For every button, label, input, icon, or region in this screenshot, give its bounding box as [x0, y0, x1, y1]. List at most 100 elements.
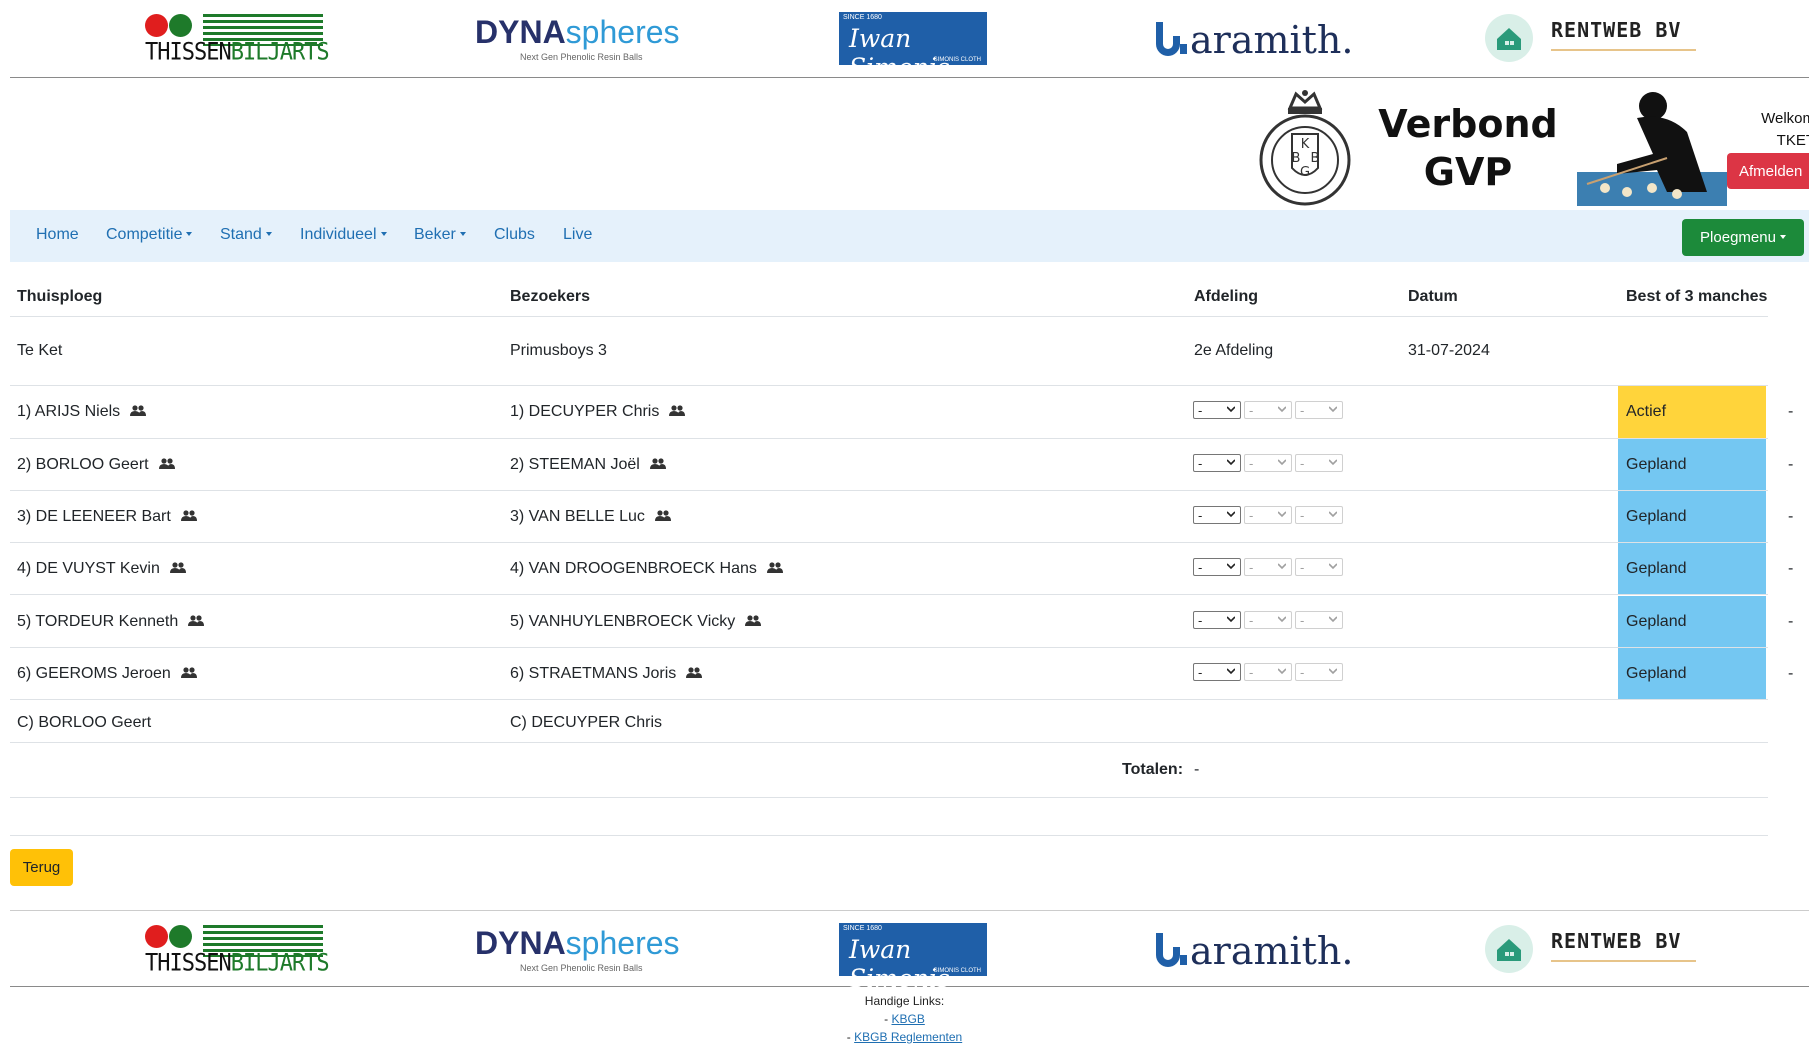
chevron-down-icon — [1329, 459, 1337, 466]
game-status: Gepland — [1618, 648, 1766, 699]
set-1-select[interactable]: - — [1193, 401, 1241, 419]
logo-text: Iwan Simonis — [849, 24, 950, 82]
set-1-select[interactable]: - — [1193, 663, 1241, 681]
set-3-select: - — [1295, 506, 1343, 524]
logo-text: SIMONIS CLOTH — [933, 968, 981, 974]
dynaspheres-logo[interactable]: DYNAspheres Next Gen Phenolic Resin Ball… — [475, 921, 680, 977]
game-result: - — [1788, 613, 1794, 630]
rentweb-logo[interactable]: RENTWEB BV — [1485, 10, 1715, 66]
select-value: - — [1300, 560, 1305, 575]
set-1-select[interactable]: - — [1193, 454, 1241, 472]
team-members-icon[interactable] — [686, 667, 703, 679]
set-2-select: - — [1244, 454, 1292, 472]
simonis-logo[interactable]: SINCE 1680 Iwan Simonis SIMONIS CLOTH — [839, 10, 989, 82]
footer-link-kbgb-regulations[interactable]: KBGB Reglementen — [854, 1030, 962, 1044]
set-1-select[interactable]: - — [1193, 558, 1241, 576]
team-members-icon[interactable] — [669, 405, 686, 417]
simonis-logo[interactable]: SINCE 1680 Iwan Simonis SIMONIS CLOTH — [839, 921, 989, 993]
team-members-icon[interactable] — [158, 458, 175, 470]
team-members-icon[interactable] — [180, 510, 197, 522]
team-members-icon[interactable] — [130, 405, 147, 417]
select-value: - — [1198, 403, 1203, 418]
nav-beker-dropdown[interactable]: Beker — [414, 226, 466, 244]
match-info-row: Te Ket Primusboys 3 2e Afdeling 31-07-20… — [10, 317, 1768, 386]
back-button[interactable]: Terug — [10, 849, 73, 886]
team-menu-button[interactable]: Ploegmenu — [1682, 219, 1804, 256]
away-player: 2) STEEMAN Joël — [510, 456, 666, 474]
game-result: - — [1788, 560, 1794, 577]
team-members-icon[interactable] — [180, 667, 197, 679]
caret-down-icon — [459, 232, 466, 236]
table-row: 5) TORDEUR Kenneth 5) VANHUYLENBROECK Vic… — [10, 596, 1793, 648]
team-members-icon[interactable] — [745, 615, 762, 627]
sponsor-bar-top: THISSENBILJARTS DYNAspheres Next Gen Phe… — [10, 0, 1809, 82]
nav-label: Beker — [414, 226, 456, 243]
set-score-selects: --- — [1193, 454, 1346, 472]
nav-competitie-dropdown[interactable]: Competitie — [106, 226, 193, 244]
logo-text: BILJARTS — [230, 949, 330, 978]
game-status-label: Gepland — [1626, 665, 1687, 682]
thissen-biljarts-logo[interactable]: THISSENBILJARTS — [145, 921, 330, 977]
caret-down-icon — [1779, 235, 1786, 239]
nav-label: Stand — [220, 226, 262, 243]
nav-live[interactable]: Live — [563, 226, 592, 244]
team-members-icon[interactable] — [654, 510, 671, 522]
set-1-select[interactable]: - — [1193, 611, 1241, 629]
logo-text: spheres — [565, 925, 680, 961]
aramith-logo[interactable]: aramith. — [1150, 10, 1365, 66]
team-members-icon[interactable] — [649, 458, 666, 470]
nav-clubs[interactable]: Clubs — [494, 226, 535, 244]
select-value: - — [1198, 508, 1203, 523]
nav-home[interactable]: Home — [36, 226, 79, 244]
totals-row: Totalen: - — [10, 743, 1768, 798]
rentweb-logo[interactable]: RENTWEB BV — [1485, 921, 1715, 977]
select-value: - — [1300, 508, 1305, 523]
set-score-selects: --- — [1193, 663, 1346, 681]
away-player-name: 6) STRAETMANS Joris — [510, 665, 677, 682]
col-header-visitors: Bezoekers — [510, 288, 591, 305]
team-members-icon[interactable] — [188, 615, 205, 627]
set-2-select: - — [1244, 611, 1292, 629]
nav-stand-dropdown[interactable]: Stand — [220, 226, 272, 244]
main-navbar: Home Competitie Stand Individueel Beker … — [10, 210, 1809, 262]
nav-label: Live — [563, 226, 593, 243]
logo-text: DYNA — [475, 14, 566, 50]
select-value: - — [1249, 560, 1254, 575]
team-members-icon[interactable] — [169, 562, 186, 574]
thissen-biljarts-logo[interactable]: THISSENBILJARTS — [145, 10, 330, 66]
away-player: 3) VAN BELLE Luc — [510, 508, 671, 526]
team-members-icon[interactable] — [766, 562, 783, 574]
away-player-name: 3) VAN BELLE Luc — [510, 508, 645, 525]
welcome-line: Welkom — [1761, 110, 1809, 127]
totals-value: - — [1194, 761, 1200, 778]
federation-title-line: GVP — [1423, 150, 1513, 194]
set-2-select: - — [1244, 558, 1292, 576]
away-player: 1) DECUYPER Chris — [510, 403, 686, 421]
aramith-logo[interactable]: aramith. — [1150, 921, 1365, 977]
game-status: Gepland — [1618, 596, 1766, 647]
set-score-selects: --- — [1193, 401, 1346, 419]
set-score-selects: --- — [1193, 506, 1346, 524]
set-1-select[interactable]: - — [1193, 506, 1241, 524]
dynaspheres-logo[interactable]: DYNAspheres Next Gen Phenolic Resin Ball… — [475, 10, 680, 66]
visiting-team: Primusboys 3 — [510, 342, 607, 359]
logout-button[interactable]: Afmelden — [1727, 153, 1809, 189]
away-player: 6) STRAETMANS Joris — [510, 665, 703, 683]
col-header-date: Datum — [1408, 288, 1458, 305]
nav-label: Competitie — [106, 226, 183, 243]
logo-text: SINCE 1680 — [843, 14, 882, 21]
game-status: Gepland — [1618, 491, 1766, 542]
game-status: Gepland — [1618, 543, 1766, 594]
welcome-text: Welkom TKET — [1735, 108, 1809, 152]
logo-text: aramith. — [1190, 18, 1354, 62]
svg-text:B: B — [1311, 151, 1320, 166]
away-player-name: 1) DECUYPER Chris — [510, 403, 660, 420]
chevron-down-icon — [1278, 511, 1286, 518]
home-player: 4) DE VUYST Kevin — [17, 560, 186, 578]
division: 2e Afdeling — [1194, 342, 1274, 359]
nav-individueel-dropdown[interactable]: Individueel — [300, 226, 387, 244]
select-value: - — [1300, 403, 1305, 418]
sponsor-bar-bottom: THISSENBILJARTS DYNAspheres Next Gen Phe… — [10, 910, 1809, 993]
footer-link-kbgb[interactable]: KBGB — [891, 1012, 924, 1026]
home-captain: C) BORLOO Geert — [17, 714, 152, 731]
